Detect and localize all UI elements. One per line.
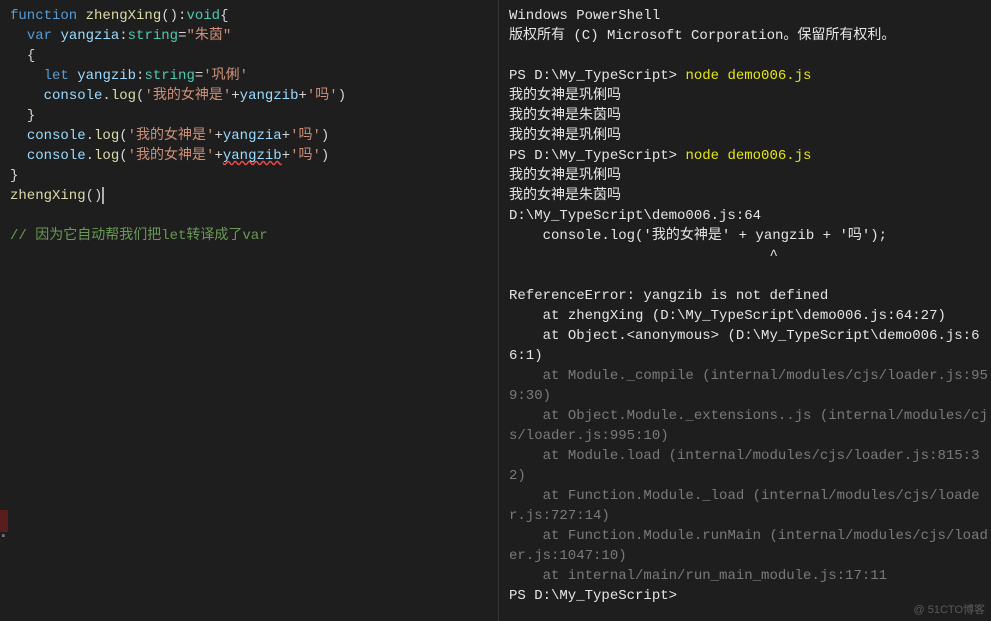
code-comment: // 因为它自动帮我们把let转译成了var: [0, 226, 498, 246]
code-line: {: [0, 46, 498, 66]
stack-line: at Function.Module.runMain (internal/mod…: [509, 526, 991, 566]
terminal-line: console.log('我的女神是' + yangzib + '吗');: [509, 226, 991, 246]
code-line: zhengXing(): [0, 186, 498, 206]
terminal-panel[interactable]: Windows PowerShell 版权所有 (C) Microsoft Co…: [498, 0, 991, 621]
terminal-error: ReferenceError: yangzib is not defined: [509, 286, 991, 306]
stack-line: at internal/main/run_main_module.js:17:1…: [509, 566, 991, 586]
overview-ruler-error: [0, 510, 8, 532]
code-line: console.log('我的女神是'+yangzia+'吗'): [0, 126, 498, 146]
terminal-line: 我的女神是巩俐吗: [509, 126, 991, 146]
terminal-line: 版权所有 (C) Microsoft Corporation。保留所有权利。: [509, 26, 991, 46]
terminal-line: 我的女神是巩俐吗: [509, 166, 991, 186]
terminal-line: 我的女神是巩俐吗: [509, 86, 991, 106]
stack-line: at Object.<anonymous> (D:\My_TypeScript\…: [509, 326, 991, 366]
code-line: console.log('我的女神是'+yangzib+'吗'): [0, 146, 498, 166]
error-squiggle: yangzib: [223, 148, 282, 164]
terminal-line: D:\My_TypeScript\demo006.js:64: [509, 206, 991, 226]
stack-line: at Module.load (internal/modules/cjs/loa…: [509, 446, 991, 486]
overview-ruler-caret: ▪: [0, 532, 7, 543]
terminal-line: ^: [509, 246, 991, 266]
watermark: @ 51CTO博客: [914, 601, 985, 617]
blank-line: [509, 266, 991, 286]
terminal-line: PS D:\My_TypeScript> node demo006.js: [509, 66, 991, 86]
stack-line: at Function.Module._load (internal/modul…: [509, 486, 991, 526]
code-line: }: [0, 166, 498, 186]
stack-line: at Object.Module._extensions..js (intern…: [509, 406, 991, 446]
blank-line: [509, 46, 991, 66]
terminal-line: 我的女神是朱茵吗: [509, 106, 991, 126]
code-line: var yangzia:string="朱茵": [0, 26, 498, 46]
text-cursor: [102, 187, 104, 204]
code-line: console.log('我的女神是'+yangzib+'吗'): [0, 86, 498, 106]
code-editor[interactable]: function zhengXing():void{ var yangzia:s…: [0, 0, 498, 621]
code-line: }: [0, 106, 498, 126]
code-line: let yangzib:string='巩俐': [0, 66, 498, 86]
stack-line: at Module._compile (internal/modules/cjs…: [509, 366, 991, 406]
blank-line: [0, 206, 498, 226]
terminal-line: Windows PowerShell: [509, 6, 991, 26]
terminal-line: PS D:\My_TypeScript> node demo006.js: [509, 146, 991, 166]
code-line: function zhengXing():void{: [0, 6, 498, 26]
terminal-line: 我的女神是朱茵吗: [509, 186, 991, 206]
stack-line: at zhengXing (D:\My_TypeScript\demo006.j…: [509, 306, 991, 326]
